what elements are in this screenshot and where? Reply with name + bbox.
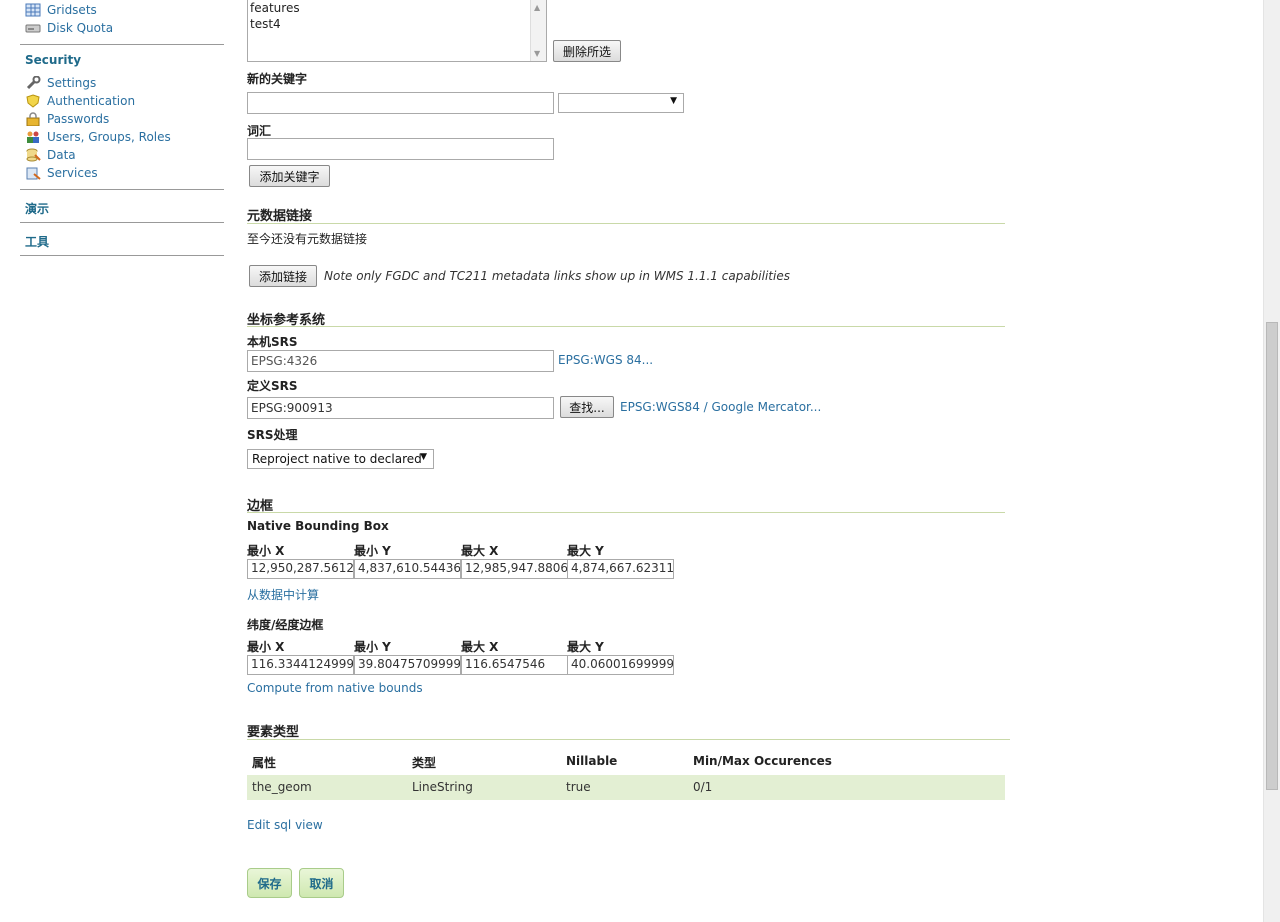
sidebar-item-label: Disk Quota (47, 21, 114, 35)
remove-selected-button[interactable]: 删除所选 (553, 40, 621, 62)
keyword-language-select[interactable]: ▼ (558, 93, 684, 113)
column-header-type: 类型 (412, 756, 437, 770)
bbox-header-minx: 最小 X (247, 640, 285, 654)
latlon-maxy-input[interactable]: 40.060016999999 (567, 655, 674, 675)
sidebar-item-passwords[interactable]: Passwords (25, 111, 109, 127)
chevron-down-icon: ▼ (670, 96, 677, 106)
page-scrollbar-thumb[interactable] (1266, 322, 1278, 790)
sidebar-item-authentication[interactable]: Authentication (25, 93, 135, 109)
native-srs-link[interactable]: EPSG:WGS 84... (558, 353, 653, 367)
latlon-maxx-input[interactable]: 116.6547546 (461, 655, 568, 675)
sidebar-divider (20, 255, 224, 256)
keyword-list[interactable]: features test4 ▲ ▼ (247, 0, 547, 62)
bbox-header-miny: 最小 Y (354, 640, 391, 654)
shield-icon (25, 94, 41, 108)
edit-sql-view-link[interactable]: Edit sql view (247, 818, 323, 832)
bbox-header-maxy: 最大 Y (567, 640, 604, 654)
declared-srs-link[interactable]: EPSG:WGS84 / Google Mercator... (620, 400, 821, 414)
table-row: the_geom LineString true 0/1 (247, 775, 1005, 800)
native-srs-input[interactable] (247, 350, 554, 372)
section-rule (247, 326, 1005, 327)
add-link-button[interactable]: 添加链接 (249, 265, 317, 287)
native-minx-input[interactable]: 12,950,287.56123 (247, 559, 354, 579)
sidebar-item-data[interactable]: Data (25, 147, 76, 163)
add-keyword-button[interactable]: 添加关键字 (249, 165, 330, 187)
list-item[interactable]: test4 (250, 16, 300, 32)
table-cell: LineString (412, 780, 473, 794)
sidebar-item-disk-quota[interactable]: Disk Quota (25, 20, 113, 36)
feature-type-heading: 要素类型 (247, 725, 300, 740)
sidebar-item-users-groups-roles[interactable]: Users, Groups, Roles (25, 129, 171, 145)
native-bbox-label: Native Bounding Box (247, 519, 389, 533)
vocabulary-input[interactable] (247, 138, 554, 160)
column-header-occurrences: Min/Max Occurences (693, 754, 832, 768)
lock-icon (25, 112, 41, 127)
srs-handling-select[interactable]: Reproject native to declared ▼ (247, 449, 434, 469)
native-srs-label: 本机SRS (247, 335, 298, 349)
sidebar-item-label: Data (47, 148, 76, 162)
table-cell: 0/1 (693, 780, 713, 794)
compute-from-native-link[interactable]: Compute from native bounds (247, 681, 423, 695)
latlon-minx-input[interactable]: 116.33441249999 (247, 655, 354, 675)
table-cell: the_geom (252, 780, 312, 794)
disk-icon (25, 21, 41, 35)
metadata-links-note: Note only FGDC and TC211 metadata links … (324, 269, 790, 283)
scroll-up-icon[interactable]: ▲ (534, 3, 540, 12)
list-item[interactable]: features (250, 0, 300, 16)
sidebar-link-demo[interactable]: 演示 (25, 200, 49, 217)
chevron-down-icon: ▼ (420, 452, 427, 462)
metadata-links-heading: 元数据链接 (247, 209, 313, 224)
sidebar-item-settings[interactable]: Settings (25, 75, 96, 91)
sidebar-item-label: Settings (47, 76, 97, 90)
declared-srs-label: 定义SRS (247, 379, 298, 393)
sidebar-heading-security: Security (25, 53, 82, 67)
listbox-scrollbar[interactable]: ▲ ▼ (530, 0, 546, 61)
native-maxx-input[interactable]: 12,985,947.88068 (461, 559, 568, 579)
select-value: Reproject native to declared (252, 452, 422, 466)
metadata-links-empty-text: 至今还没有元数据链接 (247, 232, 368, 246)
bbox-header-maxy: 最大 Y (567, 544, 604, 558)
sidebar-item-services[interactable]: Services (25, 165, 98, 181)
bbox-header-maxx: 最大 X (461, 544, 499, 558)
bbox-header-minx: 最小 X (247, 544, 285, 558)
cancel-button[interactable]: 取消 (299, 868, 344, 898)
bbox-header-miny: 最小 Y (354, 544, 391, 558)
services-icon (25, 166, 41, 180)
vocabulary-label: 词汇 (247, 124, 272, 138)
sidebar-item-label: Passwords (47, 112, 110, 126)
bbox-header-maxx: 最大 X (461, 640, 499, 654)
new-keyword-label: 新的关键字 (247, 72, 308, 86)
scroll-down-icon[interactable]: ▼ (534, 49, 540, 58)
sidebar-item-label: Users, Groups, Roles (47, 130, 171, 144)
section-rule (247, 223, 1005, 224)
srs-handling-label: SRS处理 (247, 428, 298, 442)
data-icon (25, 148, 41, 162)
grid-icon (25, 3, 41, 17)
sidebar-item-label: Gridsets (47, 3, 97, 17)
find-srs-button[interactable]: 查找... (560, 396, 614, 418)
section-rule (247, 739, 1010, 740)
users-icon (25, 130, 41, 144)
native-maxy-input[interactable]: 4,874,667.623117 (567, 559, 674, 579)
new-keyword-input[interactable] (247, 92, 554, 114)
sidebar-item-label: Authentication (47, 94, 136, 108)
native-miny-input[interactable]: 4,837,610.544362 (354, 559, 461, 579)
latlon-bbox-label: 纬度/经度边框 (247, 618, 324, 632)
table-cell: true (566, 780, 591, 794)
sidebar-divider (20, 222, 224, 223)
column-header-attribute: 属性 (252, 756, 277, 770)
sidebar-item-label: Services (47, 166, 98, 180)
section-rule (247, 512, 1005, 513)
latlon-miny-input[interactable]: 39.804757099999 (354, 655, 461, 675)
declared-srs-input[interactable] (247, 397, 554, 419)
wrench-icon (25, 75, 41, 90)
sidebar-divider (20, 44, 224, 45)
sidebar-divider (20, 189, 224, 190)
column-header-nillable: Nillable (566, 754, 618, 768)
save-button[interactable]: 保存 (247, 868, 292, 898)
sidebar-link-tools[interactable]: 工具 (25, 233, 49, 250)
sidebar-item-gridsets[interactable]: Gridsets (25, 2, 97, 18)
compute-from-data-link[interactable]: 从数据中计算 (247, 586, 319, 603)
